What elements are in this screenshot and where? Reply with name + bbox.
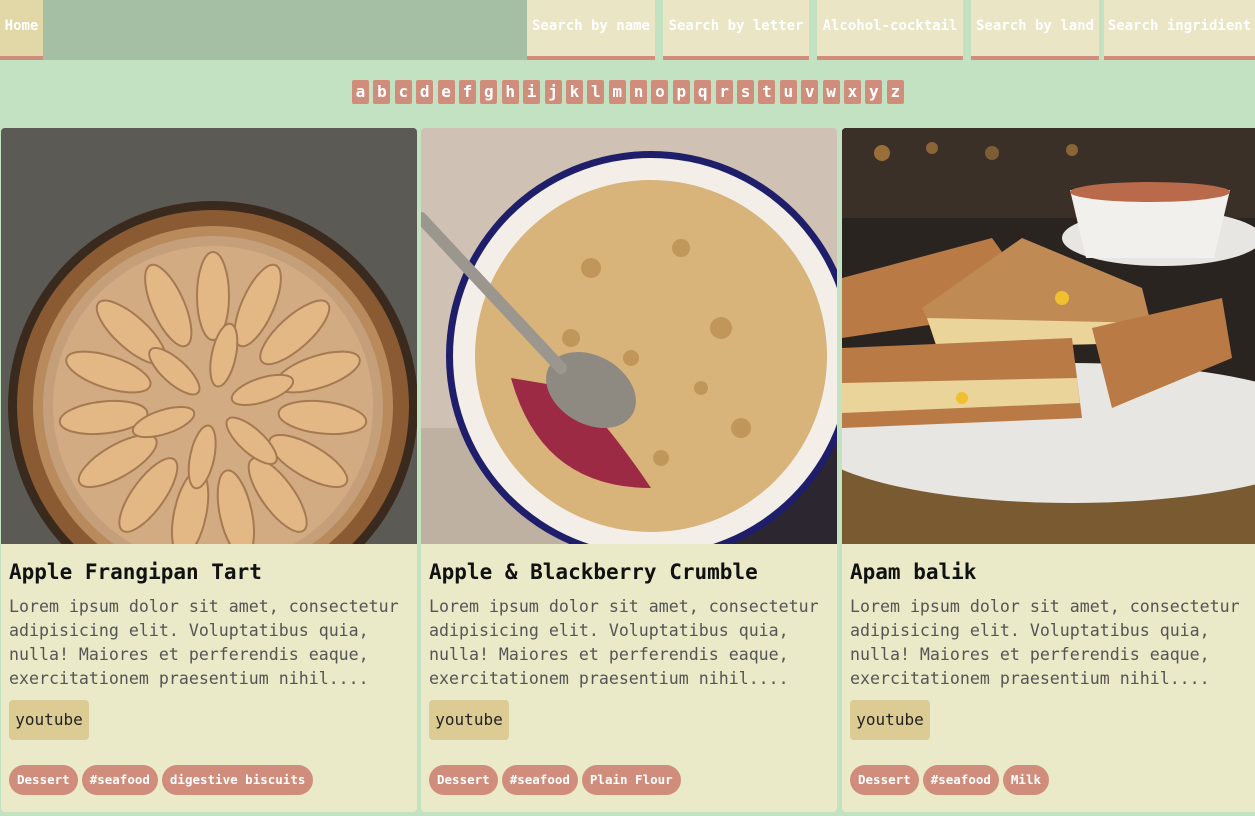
letter-button-z[interactable]: z [886,80,904,104]
letter-button-j[interactable]: j [544,80,562,104]
tag-ingredient[interactable]: Milk [1002,765,1050,795]
letter-button-d[interactable]: d [416,80,434,104]
meal-title: Apple & Blackberry Crumble [429,560,758,584]
letter-button-b[interactable]: b [373,80,391,104]
tag-list: Dessert #seafood Plain Flour [429,765,685,795]
nav-search-ingredient-button[interactable]: Search ingridient [1104,0,1255,60]
letter-button-g[interactable]: g [480,80,498,104]
youtube-button[interactable]: youtube [9,700,89,740]
meal-title: Apam balik [850,560,977,584]
tag-category[interactable]: Dessert [429,765,498,795]
meal-card-grid: Apple Frangipan Tart Lorem ipsum dolor s… [0,128,1255,816]
crumble-photo[interactable] [421,128,837,544]
tart-photo[interactable] [1,128,417,544]
tag-seafood[interactable]: #seafood [501,765,578,795]
tag-seafood[interactable]: #seafood [922,765,999,795]
letter-button-w[interactable]: w [822,80,840,104]
letter-button-t[interactable]: t [758,80,776,104]
meal-card: Apam balik Lorem ipsum dolor sit amet, c… [842,128,1255,812]
letter-button-a[interactable]: a [352,80,369,104]
tag-list: Dessert #seafood digestive biscuits [9,765,317,795]
youtube-button[interactable]: youtube [429,700,509,740]
letter-button-k[interactable]: k [565,80,583,104]
letter-button-x[interactable]: x [843,80,861,104]
letter-index: abcdefghijklmnopqrstuvwxyz [352,80,908,104]
meal-description: Lorem ipsum dolor sit amet, consectetur … [429,597,819,688]
tag-seafood[interactable]: #seafood [81,765,158,795]
letter-button-c[interactable]: c [394,80,412,104]
nav-search-by-letter-button[interactable]: Search by letter [663,0,809,60]
letter-button-h[interactable]: h [501,80,519,104]
meal-card: Apple & Blackberry Crumble Lorem ipsum d… [421,128,837,812]
letter-button-q[interactable]: q [694,80,712,104]
navbar: Home Search by name Search by letter Alc… [0,0,1255,60]
tag-category[interactable]: Dessert [850,765,919,795]
nav-alcohol-cocktail-button[interactable]: Alcohol-cocktail [817,0,963,60]
tag-list: Dessert #seafood Milk [850,765,1053,795]
tag-ingredient[interactable]: digestive biscuits [161,765,314,795]
letter-button-m[interactable]: m [608,80,626,104]
youtube-button[interactable]: youtube [850,700,930,740]
letter-button-r[interactable]: r [715,80,733,104]
tag-ingredient[interactable]: Plain Flour [581,765,681,795]
letter-button-n[interactable]: n [630,80,648,104]
meal-description: Lorem ipsum dolor sit amet, consectetur … [850,597,1240,688]
letter-button-p[interactable]: p [672,80,690,104]
meal-description: Lorem ipsum dolor sit amet, consectetur … [9,597,399,688]
letter-button-v[interactable]: v [801,80,819,104]
navbar-background [0,0,528,60]
letter-button-u[interactable]: u [779,80,797,104]
letter-button-f[interactable]: f [458,80,476,104]
letter-button-i[interactable]: i [523,80,541,104]
nav-search-by-land-button[interactable]: Search by land [971,0,1099,60]
nav-search-by-name-button[interactable]: Search by name [527,0,655,60]
letter-button-s[interactable]: s [737,80,755,104]
nav-home-button[interactable]: Home [0,0,43,60]
letter-button-o[interactable]: o [651,80,669,104]
letter-button-e[interactable]: e [437,80,455,104]
letter-button-l[interactable]: l [587,80,605,104]
pancake-photo[interactable] [842,128,1255,544]
tag-category[interactable]: Dessert [9,765,78,795]
meal-title: Apple Frangipan Tart [9,560,262,584]
letter-button-y[interactable]: y [865,80,883,104]
meal-card: Apple Frangipan Tart Lorem ipsum dolor s… [1,128,417,812]
